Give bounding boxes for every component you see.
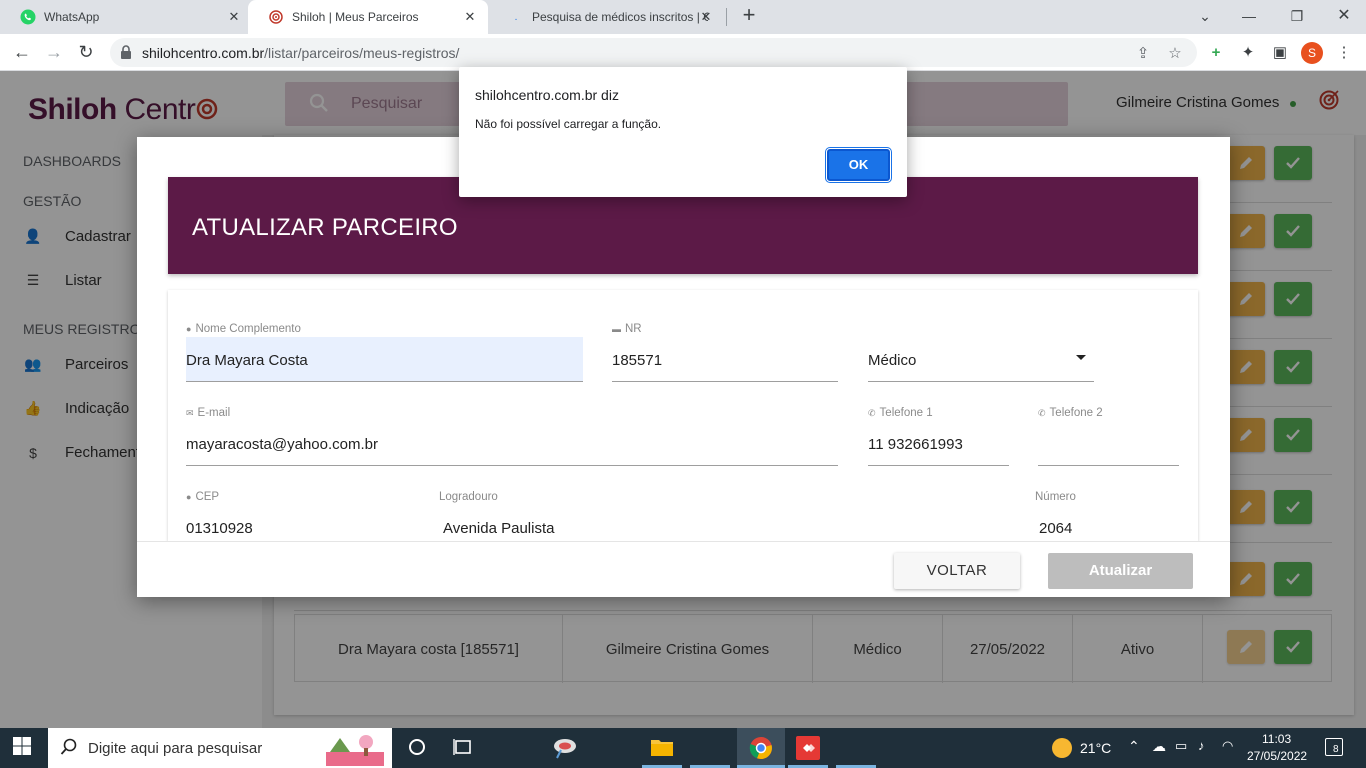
telefone1-label-text: Telefone 1 [879, 407, 933, 419]
reload-icon[interactable]: ↻ [74, 40, 98, 64]
location-pin-icon: ● [186, 492, 192, 502]
nr-label-text: NR [625, 323, 642, 335]
url-text: shilohcentro.com.br/listar/parceiros/meu… [142, 45, 459, 61]
numero-input[interactable]: 2064 [1035, 505, 1179, 541]
clock-time[interactable]: 11:03 [1262, 732, 1291, 746]
taskbar-search-input[interactable]: Digite aqui para pesquisar [48, 728, 392, 768]
share-icon[interactable]: ⇪ [1134, 45, 1152, 63]
phone-icon: ✆ [868, 407, 876, 418]
file-explorer-icon[interactable] [650, 736, 674, 760]
telefone2-label: ✆ Telefone 2 [1038, 407, 1103, 419]
forward-icon[interactable]: → [42, 40, 66, 64]
windows-start-icon[interactable] [12, 736, 36, 760]
alert-ok-button[interactable]: OK [825, 147, 892, 183]
alert-title: shilohcentro.com.br diz [475, 87, 619, 103]
lock-icon [120, 45, 132, 59]
menu-icon[interactable]: ⋮ [1334, 43, 1354, 63]
alert-message: Não foi possível carregar a função. [475, 117, 662, 131]
side-panel-icon[interactable]: ▣ [1270, 43, 1290, 63]
email-label: ✉ E-mail [186, 407, 230, 419]
nome-label: ● Nome Complemento [186, 323, 301, 335]
close-tab-icon[interactable]: ✕ [226, 9, 242, 25]
tray-chevron-icon[interactable]: ⌃ [1128, 738, 1140, 755]
wifi-icon[interactable]: ◠ [1222, 738, 1233, 754]
cep-label-text: CEP [195, 491, 220, 503]
notification-count: 8 [1332, 744, 1340, 755]
taskbar-search-placeholder: Digite aqui para pesquisar [88, 740, 263, 757]
alert-dialog: shilohcentro.com.br diz Não foi possível… [459, 67, 907, 197]
atualizar-button[interactable]: Atualizar [1048, 553, 1193, 589]
tab-separator [726, 8, 727, 26]
person-icon: ● [186, 324, 192, 334]
onedrive-icon[interactable]: ☁ [1152, 738, 1166, 755]
new-tab-button[interactable]: + [738, 4, 760, 27]
telefone2-input[interactable] [1038, 421, 1179, 466]
loading-icon: . [514, 11, 518, 23]
nome-label-text: Nome Complemento [195, 323, 301, 335]
star-icon[interactable]: ☆ [1166, 45, 1184, 63]
whatsapp-icon [20, 9, 36, 25]
tab-shiloh[interactable]: Shiloh | Meus Parceiros ✕ [248, 0, 488, 34]
cortana-icon[interactable] [406, 736, 430, 760]
close-tab-icon[interactable]: ✕ [698, 9, 714, 25]
search-icon [60, 738, 78, 761]
tab-pesquisa[interactable]: . Pesquisa de médicos inscritos | C ✕ [488, 0, 726, 34]
nome-input[interactable]: Dra Mayara Costa [186, 337, 583, 382]
nr-label: ▬ NR [612, 323, 642, 335]
search-highlight-illustration [320, 730, 390, 766]
address-bar[interactable]: shilohcentro.com.br/listar/parceiros/meu… [110, 38, 1197, 67]
weather-temperature[interactable]: 21°C [1080, 740, 1111, 756]
windows-taskbar: Digite aqui para pesquisar 21°C ⌃ ☁ ▭ ♪ … [0, 728, 1366, 768]
chrome-icon[interactable] [749, 736, 773, 760]
tab-whatsapp[interactable]: WhatsApp ✕ [0, 0, 248, 34]
cep-label: ● CEP [186, 491, 219, 503]
partner-form: ● Nome Complemento Dra Mayara Costa ▬ NR 1… [168, 290, 1198, 541]
modal-footer: VOLTAR Atualizar [137, 541, 1230, 597]
modal-title: ATUALIZAR PARCEIRO [192, 214, 458, 241]
tab-label: Shiloh | Meus Parceiros [292, 10, 419, 24]
telefone2-label-text: Telefone 2 [1049, 407, 1103, 419]
anydesk-icon[interactable] [796, 736, 820, 760]
back-icon[interactable]: ← [10, 40, 34, 64]
nr-input[interactable]: 185571 [612, 337, 838, 382]
cep-input[interactable]: 01310928 [186, 505, 416, 541]
dropdown-caret-icon [1076, 355, 1086, 360]
card-icon: ▬ [612, 324, 621, 334]
tab-label: WhatsApp [44, 10, 100, 24]
clock-date[interactable]: 27/05/2022 [1247, 749, 1307, 763]
phone-icon: ✆ [1038, 407, 1046, 418]
tipo-value[interactable]: Médico [868, 337, 1094, 382]
puzzle-icon[interactable]: ✦ [1238, 43, 1258, 63]
voltar-button[interactable]: VOLTAR [894, 553, 1020, 589]
email-label-text: E-mail [197, 407, 231, 419]
restore-icon[interactable]: ❐ [1285, 4, 1309, 28]
speaker-icon[interactable]: ♪ [1198, 738, 1205, 753]
shiloh-target-icon [268, 9, 284, 25]
profile-avatar[interactable]: S [1301, 42, 1323, 64]
numero-label: Número [1035, 491, 1076, 503]
logradouro-input[interactable]: Avenida Paulista [439, 505, 1009, 541]
telefone1-input[interactable]: 11 932661993 [868, 421, 1009, 466]
browser-tab-strip: WhatsApp ✕ Shiloh | Meus Parceiros ✕ . P… [0, 0, 1366, 34]
envelope-icon: ✉ [186, 407, 194, 418]
snipping-tool-icon[interactable] [552, 736, 576, 760]
notifications-icon[interactable]: 8 [1325, 738, 1343, 756]
weather-sun-icon[interactable] [1052, 738, 1072, 758]
extension-plus-icon[interactable]: + [1206, 43, 1226, 63]
browser-toolbar: ← → ↻ shilohcentro.com.br/listar/parceir… [0, 34, 1366, 71]
close-tab-icon[interactable]: ✕ [462, 9, 478, 25]
url-host: shilohcentro.com.br [142, 45, 265, 61]
url-path: /listar/parceiros/meus-registros/ [264, 45, 460, 61]
tab-search-icon[interactable]: ⌄ [1193, 4, 1217, 28]
logradouro-label: Logradouro [439, 491, 498, 503]
battery-icon[interactable]: ▭ [1175, 738, 1187, 754]
minimize-icon[interactable]: — [1237, 4, 1261, 28]
update-partner-modal: ATUALIZAR PARCEIRO ● Nome Complemento Dra… [137, 137, 1230, 597]
email-input[interactable]: mayaracosta@yahoo.com.br [186, 421, 838, 466]
tab-label: Pesquisa de médicos inscritos | C [532, 10, 708, 24]
telefone1-label: ✆ Telefone 1 [868, 407, 933, 419]
task-view-icon[interactable] [452, 736, 476, 760]
close-window-icon[interactable]: ✕ [1332, 4, 1356, 28]
